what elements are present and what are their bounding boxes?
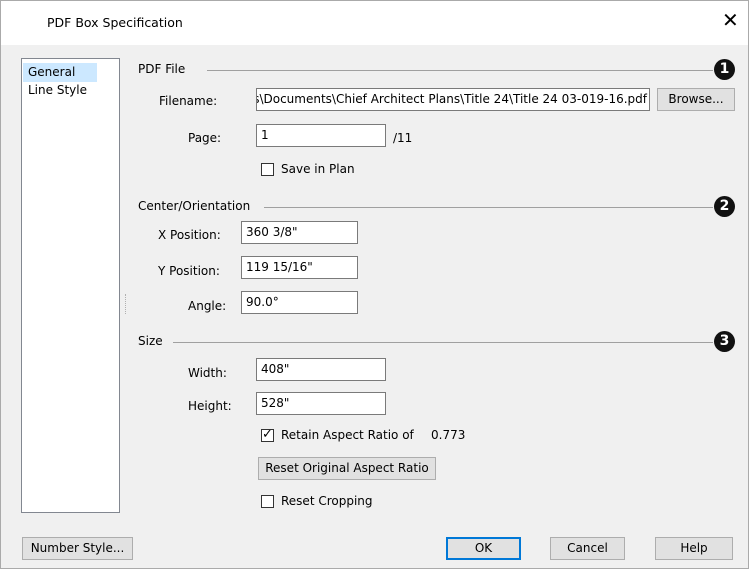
title-bar: PDF Box Specification ✕: [1, 1, 748, 45]
page-label: Page:: [188, 131, 222, 145]
height-input[interactable]: 528": [256, 392, 386, 415]
retain-aspect-ratio-label: Retain Aspect Ratio of: [281, 428, 414, 442]
save-in-plan-checkbox[interactable]: [261, 163, 274, 176]
browse-button[interactable]: Browse...: [657, 88, 735, 111]
width-label: Width:: [188, 366, 227, 380]
nav-item-general[interactable]: General: [23, 63, 97, 82]
help-button[interactable]: Help: [655, 537, 733, 560]
cancel-button[interactable]: Cancel: [550, 537, 625, 560]
number-style-button[interactable]: Number Style...: [22, 537, 133, 560]
category-list: General Line Style: [21, 58, 120, 513]
angle-input[interactable]: 90.0°: [241, 291, 358, 314]
y-position-label: Y Position:: [158, 264, 220, 278]
y-position-input[interactable]: 119 15/16": [241, 256, 358, 279]
nav-item-line-style[interactable]: Line Style: [23, 81, 97, 100]
ok-button[interactable]: OK: [446, 537, 521, 560]
checkmark-icon: ✓: [262, 427, 273, 442]
center-orientation-heading: Center/Orientation: [138, 199, 251, 213]
height-label: Height:: [188, 399, 232, 413]
size-divider: [173, 342, 713, 343]
width-input[interactable]: 408": [256, 358, 386, 381]
dialog-title: PDF Box Specification: [47, 15, 183, 30]
filename-label: Filename:: [159, 94, 218, 108]
pdf-file-divider: [207, 70, 713, 71]
page-input[interactable]: 1: [256, 124, 386, 147]
close-icon[interactable]: ✕: [722, 10, 739, 30]
x-position-label: X Position:: [158, 228, 221, 242]
aspect-ratio-value: 0.773: [431, 428, 466, 442]
retain-aspect-ratio-checkbox[interactable]: ✓: [261, 427, 274, 442]
pdf-box-specification-dialog: PDF Box Specification ✕ General Line Sty…: [0, 0, 749, 569]
save-in-plan-label: Save in Plan: [281, 162, 355, 176]
splitter-grip[interactable]: [125, 294, 127, 314]
reset-cropping-checkbox[interactable]: [261, 495, 274, 508]
callout-badge-2: 2: [714, 196, 735, 217]
size-heading: Size: [138, 334, 163, 348]
reset-original-aspect-ratio-button[interactable]: Reset Original Aspect Ratio: [258, 457, 436, 480]
x-position-input[interactable]: 360 3/8": [241, 221, 358, 244]
pdf-file-heading: PDF File: [138, 62, 186, 76]
angle-label: Angle:: [188, 299, 227, 313]
page-total: /11: [393, 131, 413, 145]
center-orientation-divider: [264, 207, 713, 208]
filename-input[interactable]: C:\Users\Documents\Chief Architect Plans…: [256, 88, 650, 111]
callout-badge-1: 1: [714, 59, 735, 80]
callout-badge-3: 3: [714, 331, 735, 352]
reset-cropping-label: Reset Cropping: [281, 494, 373, 508]
